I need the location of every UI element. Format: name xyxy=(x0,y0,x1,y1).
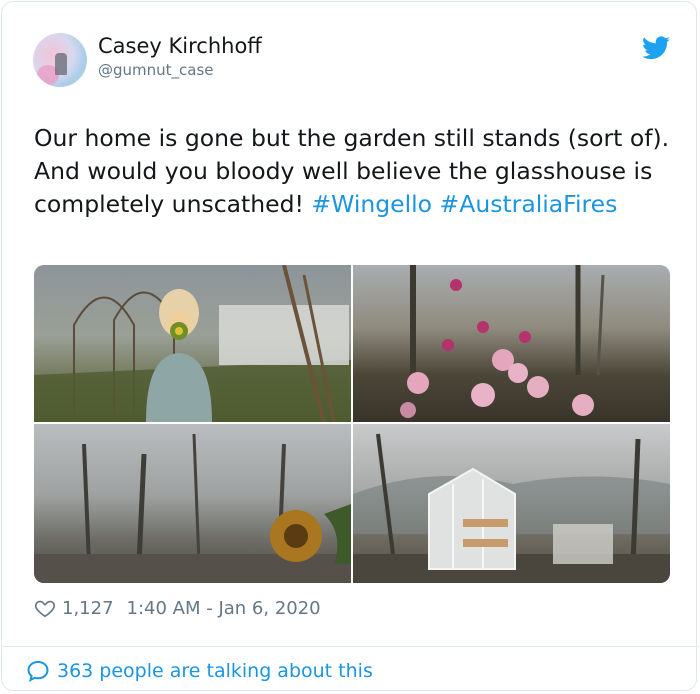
hashtag-australiafires[interactable]: #AustraliaFires xyxy=(440,190,618,218)
tweet-text: Our home is gone but the garden still st… xyxy=(34,122,674,221)
speech-bubble-icon xyxy=(27,660,49,682)
timestamp[interactable]: 1:40 AM - Jan 6, 2020 xyxy=(127,598,321,619)
media-grid xyxy=(34,265,670,583)
photo-woman-gas-mask-garden[interactable] xyxy=(34,265,351,422)
photo-glasshouse-burnt-garden[interactable] xyxy=(353,424,670,583)
conversation-link[interactable]: 363 people are talking about this xyxy=(26,657,373,685)
photo-pink-globe-amaranth-flowers[interactable] xyxy=(353,265,670,422)
heart-outline-icon[interactable] xyxy=(34,597,56,619)
profile-avatar[interactable] xyxy=(33,33,87,87)
tweet-meta: 1,127 1:40 AM - Jan 6, 2020 xyxy=(34,596,321,620)
author-handle[interactable]: @gumnut_case xyxy=(98,61,214,79)
tweet-card: Casey Kirchhoff @gumnut_case Our home is… xyxy=(1,1,699,691)
twitter-bird-icon[interactable] xyxy=(642,36,670,60)
talking-text[interactable]: 363 people are talking about this xyxy=(57,660,373,682)
divider xyxy=(3,646,699,647)
author-name[interactable]: Casey Kirchhoff xyxy=(98,34,262,58)
photo-burnt-forest-sunflower[interactable] xyxy=(34,424,351,583)
hashtag-wingello[interactable]: #Wingello xyxy=(311,190,432,218)
like-count[interactable]: 1,127 xyxy=(62,598,114,619)
